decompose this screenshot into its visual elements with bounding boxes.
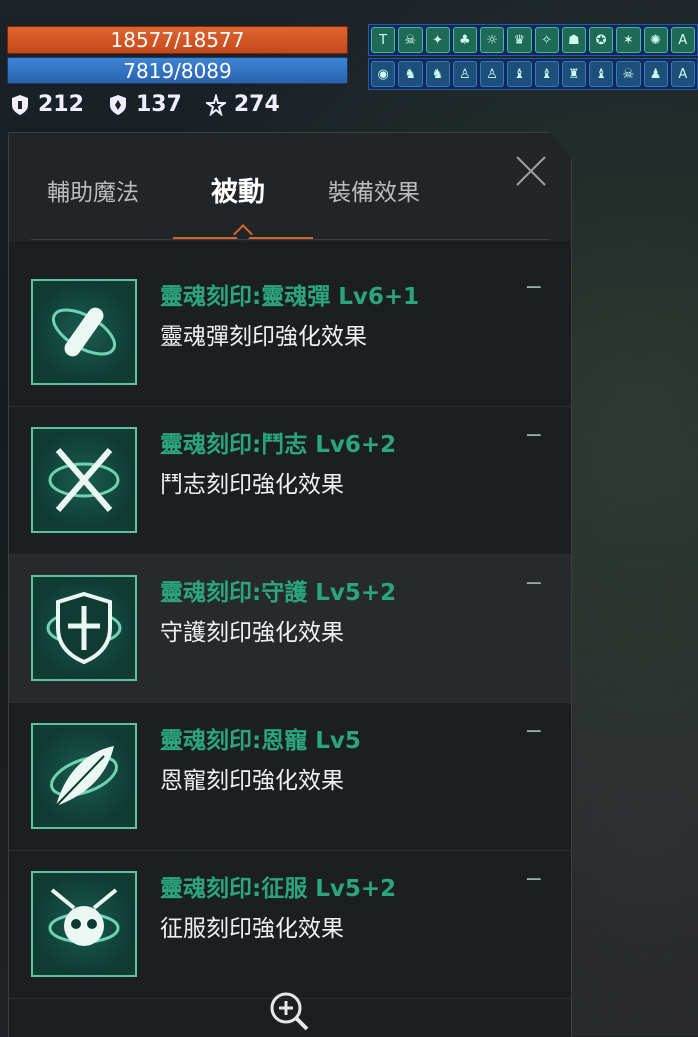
resist-stat: 274 xyxy=(205,92,280,117)
item-description: 守護刻印強化效果 xyxy=(160,620,344,646)
buff-icon[interactable]: ♛ xyxy=(507,27,532,53)
mp-value: 7819/8089 xyxy=(123,59,232,83)
passive-list: 靈魂刻印:靈魂彈 Lv6+1 靈魂彈刻印強化效果 − 靈魂刻印:鬥志 Lv6+2… xyxy=(9,259,571,999)
buff-icon[interactable]: ✧ xyxy=(534,27,559,53)
item-description: 鬥志刻印強化效果 xyxy=(160,472,344,498)
buff-icon[interactable]: ♟ xyxy=(643,61,668,87)
star-icon xyxy=(205,93,226,116)
tab-support-magic[interactable]: 輔助魔法 xyxy=(47,173,139,207)
list-item[interactable]: 靈魂刻印:守護 Lv5+2 守護刻印強化效果 − xyxy=(9,555,571,703)
item-dash: − xyxy=(524,719,543,744)
item-dash: − xyxy=(524,571,543,596)
hp-value: 18577/18577 xyxy=(110,28,245,52)
buff-icon[interactable]: ☠ xyxy=(398,27,423,53)
soul-bullet-icon xyxy=(31,279,137,385)
magic-shield-icon xyxy=(109,94,126,115)
feather-icon xyxy=(31,723,137,829)
shield-cross-icon xyxy=(31,575,137,681)
buff-icon[interactable]: ♜ xyxy=(561,61,586,87)
buff-row-2: ◉ ♞ ♞ ♙ ♙ ♝ ♝ ♜ ♝ ☠ ♟ A xyxy=(368,58,698,90)
buff-icon[interactable]: ♝ xyxy=(589,61,614,87)
item-title: 靈魂刻印:征服 Lv5+2 xyxy=(160,876,397,902)
buff-icon[interactable]: ♞ xyxy=(398,61,423,87)
buff-icon[interactable]: ♣ xyxy=(452,27,477,53)
tab-equipment-effects[interactable]: 裝備效果 xyxy=(328,173,420,207)
buff-icon[interactable]: ☠ xyxy=(616,61,641,87)
item-title: 靈魂刻印:靈魂彈 Lv6+1 xyxy=(160,284,420,310)
buff-icon[interactable]: ♙ xyxy=(480,61,505,87)
buff-icon[interactable]: A xyxy=(670,27,695,53)
close-icon[interactable] xyxy=(513,153,549,189)
defense-stat: 212 xyxy=(10,92,84,117)
buff-icon[interactable]: ♙ xyxy=(452,61,477,87)
list-item[interactable]: 靈魂刻印:恩寵 Lv5 恩寵刻印強化效果 − xyxy=(9,703,571,851)
skull-conquest-icon xyxy=(31,871,137,977)
item-dash: − xyxy=(524,423,543,448)
buff-bar: T ☠ ✦ ♣ ☼ ♛ ✧ ☗ ✪ ✶ ✺ A ◉ ♞ ♞ ♙ ♙ ♝ ♝ ♜ … xyxy=(368,24,698,92)
list-item[interactable]: 靈魂刻印:靈魂彈 Lv6+1 靈魂彈刻印強化效果 − xyxy=(9,259,571,407)
item-description: 征服刻印強化效果 xyxy=(160,916,344,942)
item-title: 靈魂刻印:鬥志 Lv6+2 xyxy=(160,432,397,458)
magic-defense-stat: 137 xyxy=(108,92,182,117)
list-item[interactable]: 靈魂刻印:征服 Lv5+2 征服刻印強化效果 − xyxy=(9,851,571,999)
buff-icon[interactable]: ✺ xyxy=(643,27,668,53)
stats-row: 212 137 274 xyxy=(10,92,280,117)
item-description: 恩寵刻印強化效果 xyxy=(160,768,344,794)
buff-icon[interactable]: ♞ xyxy=(425,61,450,87)
buff-icon[interactable]: ✦ xyxy=(425,27,450,53)
mp-bar: 7819/8089 xyxy=(7,57,348,84)
shield-icon xyxy=(12,94,28,115)
tab-divider xyxy=(31,239,549,240)
buff-icon[interactable]: ◉ xyxy=(371,61,396,87)
tab-passive[interactable]: 被動 xyxy=(211,170,265,209)
buff-icon[interactable]: ♝ xyxy=(507,61,532,87)
item-description: 靈魂彈刻印強化效果 xyxy=(160,324,367,350)
tab-bar: 輔助魔法 被動 裝備效果 xyxy=(9,133,571,244)
defense-value: 212 xyxy=(38,92,84,117)
hp-bar: 18577/18577 xyxy=(7,26,348,54)
item-dash: − xyxy=(524,275,543,300)
buff-icon[interactable]: ☼ xyxy=(480,27,505,53)
crossed-swords-icon xyxy=(31,427,137,533)
buff-icon[interactable]: A xyxy=(670,61,695,87)
magic-defense-value: 137 xyxy=(135,92,182,117)
item-dash: − xyxy=(524,867,543,892)
buff-icon[interactable]: ✪ xyxy=(589,27,614,53)
list-item[interactable]: 靈魂刻印:鬥志 Lv6+2 鬥志刻印強化效果 − xyxy=(9,407,571,555)
active-tab-caret xyxy=(233,224,253,244)
passive-skills-panel: 輔助魔法 被動 裝備效果 靈魂刻印:靈魂彈 Lv6+1 靈魂彈刻印強化效果 − … xyxy=(8,132,572,1037)
buff-row-1: T ☠ ✦ ♣ ☼ ♛ ✧ ☗ ✪ ✶ ✺ A xyxy=(368,24,698,56)
item-title: 靈魂刻印:守護 Lv5+2 xyxy=(160,580,397,606)
buff-icon[interactable]: ✶ xyxy=(616,27,641,53)
buff-icon[interactable]: ☗ xyxy=(561,27,586,53)
resist-value: 274 xyxy=(233,92,280,117)
buff-icon[interactable]: ♝ xyxy=(534,61,559,87)
item-title: 靈魂刻印:恩寵 Lv5 xyxy=(160,728,361,754)
zoom-in-icon[interactable] xyxy=(267,989,311,1033)
buff-icon[interactable]: T xyxy=(371,27,396,53)
